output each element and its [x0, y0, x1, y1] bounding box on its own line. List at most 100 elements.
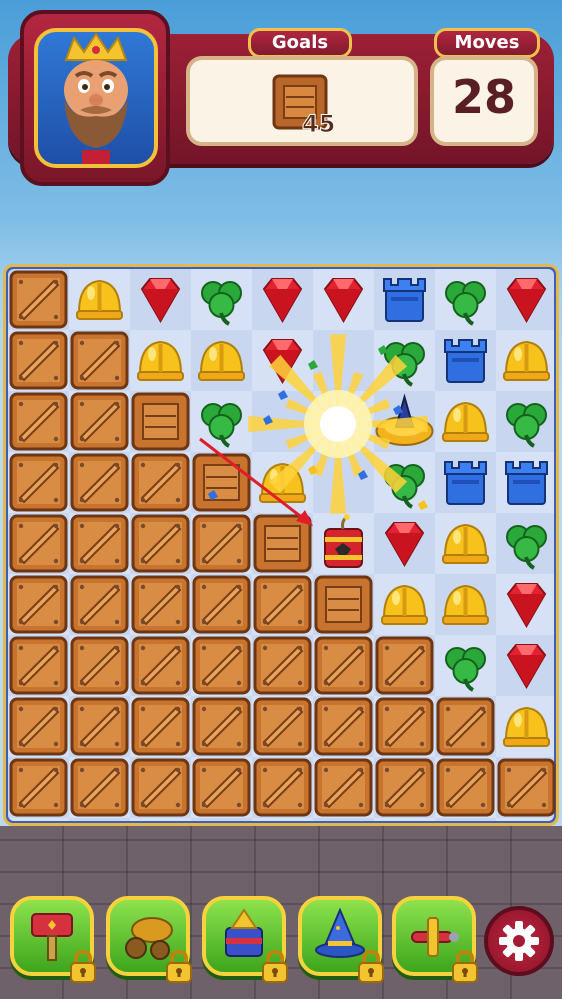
- blue-tower-tile[interactable]: [435, 330, 496, 391]
- spinning-top-booster-tile[interactable]: [374, 391, 435, 452]
- crate-diagonal-tile[interactable]: [130, 635, 191, 696]
- exploding-empty-tile[interactable]: [252, 391, 313, 452]
- hammer-booster[interactable]: [10, 896, 96, 983]
- green-clover-tile[interactable]: [496, 391, 557, 452]
- crate-diagonal-tile[interactable]: [69, 452, 130, 513]
- green-clover-tile[interactable]: [435, 269, 496, 330]
- crate-diagonal-tile[interactable]: [8, 696, 69, 757]
- blue-tower-tile[interactable]: [496, 452, 557, 513]
- green-clover-tile[interactable]: [374, 452, 435, 513]
- crate-diagonal-tile[interactable]: [374, 757, 435, 818]
- booster-toolbar: [0, 890, 562, 990]
- lock-icon: [358, 950, 384, 983]
- exploding-empty-tile[interactable]: [313, 330, 374, 391]
- red-gem-tile[interactable]: [313, 269, 374, 330]
- crate-diagonal-icon: [9, 514, 68, 573]
- crate-diagonal-tile[interactable]: [252, 574, 313, 635]
- plane-booster[interactable]: [392, 896, 478, 983]
- crate-diagonal-icon: [131, 697, 190, 756]
- crate-diagonal-tile[interactable]: [435, 696, 496, 757]
- red-gem-tile[interactable]: [252, 330, 313, 391]
- red-gem-tile[interactable]: [496, 574, 557, 635]
- crate-diagonal-tile[interactable]: [8, 330, 69, 391]
- yellow-helmet-tile[interactable]: [191, 330, 252, 391]
- yellow-helmet-tile[interactable]: [496, 330, 557, 391]
- crate-diagonal-tile[interactable]: [69, 696, 130, 757]
- crate-diagonal-tile[interactable]: [191, 513, 252, 574]
- yellow-helmet-tile[interactable]: [496, 696, 557, 757]
- yellow-helmet-tile[interactable]: [435, 513, 496, 574]
- crate-diagonal-tile[interactable]: [191, 757, 252, 818]
- crate-diagonal-tile[interactable]: [69, 574, 130, 635]
- crate-diagonal-tile[interactable]: [8, 269, 69, 330]
- yellow-helmet-tile[interactable]: [435, 391, 496, 452]
- wizard-hat-booster[interactable]: [298, 896, 384, 983]
- crate-diagonal-tile[interactable]: [8, 757, 69, 818]
- crate-diagonal-tile[interactable]: [252, 757, 313, 818]
- yellow-helmet-tile[interactable]: [374, 574, 435, 635]
- crate-diagonal-tile[interactable]: [313, 757, 374, 818]
- crate-diagonal-tile[interactable]: [374, 696, 435, 757]
- blue-tower-tile[interactable]: [374, 269, 435, 330]
- crate-diagonal-tile[interactable]: [374, 635, 435, 696]
- red-gem-tile[interactable]: [130, 269, 191, 330]
- crate-diagonal-tile[interactable]: [252, 635, 313, 696]
- arrow-booster[interactable]: [202, 896, 288, 983]
- exploding-empty-tile[interactable]: [313, 391, 374, 452]
- crate-diagonal-tile[interactable]: [313, 635, 374, 696]
- crate-diagonal-tile[interactable]: [435, 757, 496, 818]
- red-gem-tile[interactable]: [496, 635, 557, 696]
- crate-diagonal-tile[interactable]: [313, 696, 374, 757]
- crate-diagonal-tile[interactable]: [69, 513, 130, 574]
- crate-diagonal-tile[interactable]: [8, 574, 69, 635]
- board-grid[interactable]: [8, 269, 557, 821]
- crate-diagonal-tile[interactable]: [8, 513, 69, 574]
- red-gem-tile[interactable]: [496, 269, 557, 330]
- crate-diagonal-tile[interactable]: [130, 757, 191, 818]
- red-gem-tile[interactable]: [252, 269, 313, 330]
- green-clover-tile[interactable]: [374, 330, 435, 391]
- crate-diagonal-tile[interactable]: [130, 574, 191, 635]
- crate-square-tile[interactable]: [191, 452, 252, 513]
- yellow-helmet-icon: [259, 462, 306, 503]
- crate-diagonal-tile[interactable]: [130, 513, 191, 574]
- green-clover-tile[interactable]: [191, 391, 252, 452]
- crate-diagonal-tile[interactable]: [69, 635, 130, 696]
- moves-label: Moves: [434, 28, 540, 58]
- crate-diagonal-tile[interactable]: [8, 452, 69, 513]
- crate-diagonal-tile[interactable]: [496, 757, 557, 818]
- yellow-helmet-tile[interactable]: [435, 574, 496, 635]
- crate-diagonal-icon: [192, 636, 251, 695]
- crate-diagonal-tile[interactable]: [252, 696, 313, 757]
- crate-diagonal-tile[interactable]: [130, 696, 191, 757]
- yellow-helmet-tile[interactable]: [130, 330, 191, 391]
- red-gem-tile[interactable]: [374, 513, 435, 574]
- yellow-helmet-tile[interactable]: [252, 452, 313, 513]
- crate-square-tile[interactable]: [252, 513, 313, 574]
- tnt-bomb-tile[interactable]: [313, 513, 374, 574]
- lock-icon: [452, 950, 478, 983]
- crate-square-tile[interactable]: [313, 574, 374, 635]
- crate-diagonal-tile[interactable]: [69, 330, 130, 391]
- green-clover-tile[interactable]: [435, 635, 496, 696]
- crate-square-tile[interactable]: [130, 391, 191, 452]
- crate-diagonal-tile[interactable]: [191, 574, 252, 635]
- crate-diagonal-tile[interactable]: [8, 635, 69, 696]
- crate-diagonal-tile[interactable]: [130, 452, 191, 513]
- crate-diagonal-tile[interactable]: [8, 391, 69, 452]
- crate-diagonal-icon: [70, 697, 129, 756]
- settings-button[interactable]: [484, 906, 554, 976]
- gear-icon: [499, 921, 539, 961]
- crate-diagonal-tile[interactable]: [69, 391, 130, 452]
- green-clover-tile[interactable]: [496, 513, 557, 574]
- cannon-booster[interactable]: [106, 896, 192, 983]
- blue-tower-tile[interactable]: [435, 452, 496, 513]
- crate-diagonal-tile[interactable]: [191, 635, 252, 696]
- green-clover-tile[interactable]: [191, 269, 252, 330]
- crate-diagonal-tile[interactable]: [191, 696, 252, 757]
- crate-diagonal-icon: [9, 575, 68, 634]
- red-gem-icon: [140, 278, 181, 323]
- exploding-empty-tile[interactable]: [313, 452, 374, 513]
- crate-diagonal-tile[interactable]: [69, 757, 130, 818]
- yellow-helmet-tile[interactable]: [69, 269, 130, 330]
